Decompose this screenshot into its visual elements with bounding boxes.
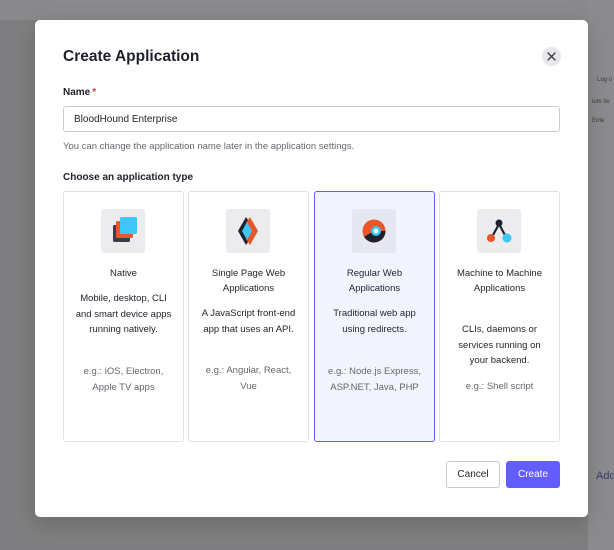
- background-text: ium ite: [592, 99, 610, 105]
- card-example: e.g.: iOS, Electron, Apple TV apps: [83, 366, 164, 393]
- required-marker: *: [92, 87, 97, 98]
- card-example: e.g.: Shell script: [465, 381, 534, 392]
- card-description: Mobile, desktop, CLI and smart device ap…: [75, 293, 172, 335]
- card-description: A JavaScript front-end app that uses an …: [201, 308, 296, 335]
- close-button[interactable]: [542, 47, 561, 66]
- cancel-button[interactable]: Cancel: [446, 461, 500, 488]
- name-label: Name *: [63, 87, 96, 98]
- app-type-card-m2m[interactable]: Machine to Machine Applications CLIs, da…: [439, 191, 560, 442]
- close-icon: [547, 52, 556, 61]
- native-app-icon: [113, 217, 137, 242]
- app-type-card-spa[interactable]: Single Page Web Applications A JavaScrip…: [188, 191, 309, 442]
- card-title: Single Page Web Applications: [211, 268, 286, 294]
- app-type-card-regular-web[interactable]: Regular Web Applications Traditional web…: [314, 191, 435, 442]
- background-panel-top: [0, 0, 588, 20]
- card-example: e.g.: Angular, React, Vue: [205, 365, 292, 392]
- spa-icon: [238, 217, 258, 245]
- card-example: e.g.: Node.js Express, ASP.NET, Java, PH…: [328, 366, 421, 393]
- name-input[interactable]: [63, 106, 560, 132]
- application-type-label: Choose an application type: [63, 172, 194, 183]
- native-app-icon-tile: [101, 209, 145, 253]
- card-description: CLIs, daemons or services running on you…: [458, 324, 541, 366]
- dialog-title: Create Application: [63, 48, 200, 65]
- background-text: Ente: [592, 118, 605, 124]
- regular-web-icon: [362, 219, 386, 243]
- m2m-icon-tile: [477, 209, 521, 253]
- create-button[interactable]: Create: [506, 461, 560, 488]
- regular-web-icon-tile: [352, 209, 396, 253]
- card-description: Traditional web app using redirects.: [333, 308, 416, 335]
- app-type-card-native[interactable]: Native Mobile, desktop, CLI and smart de…: [63, 191, 184, 442]
- name-label-text: Name: [63, 87, 91, 98]
- create-application-dialog: Create Application Name* You can change …: [35, 20, 588, 517]
- spa-icon-tile: [226, 209, 270, 253]
- card-title: Native: [110, 268, 137, 279]
- card-title: Machine to Machine Applications: [456, 268, 543, 294]
- card-title: Regular Web Applications: [346, 268, 403, 294]
- background-add-link: Add: [596, 470, 614, 482]
- name-helper-text: You can change the application name late…: [63, 141, 355, 152]
- machine-to-machine-icon: [487, 219, 512, 243]
- background-text: Log o: [597, 77, 613, 83]
